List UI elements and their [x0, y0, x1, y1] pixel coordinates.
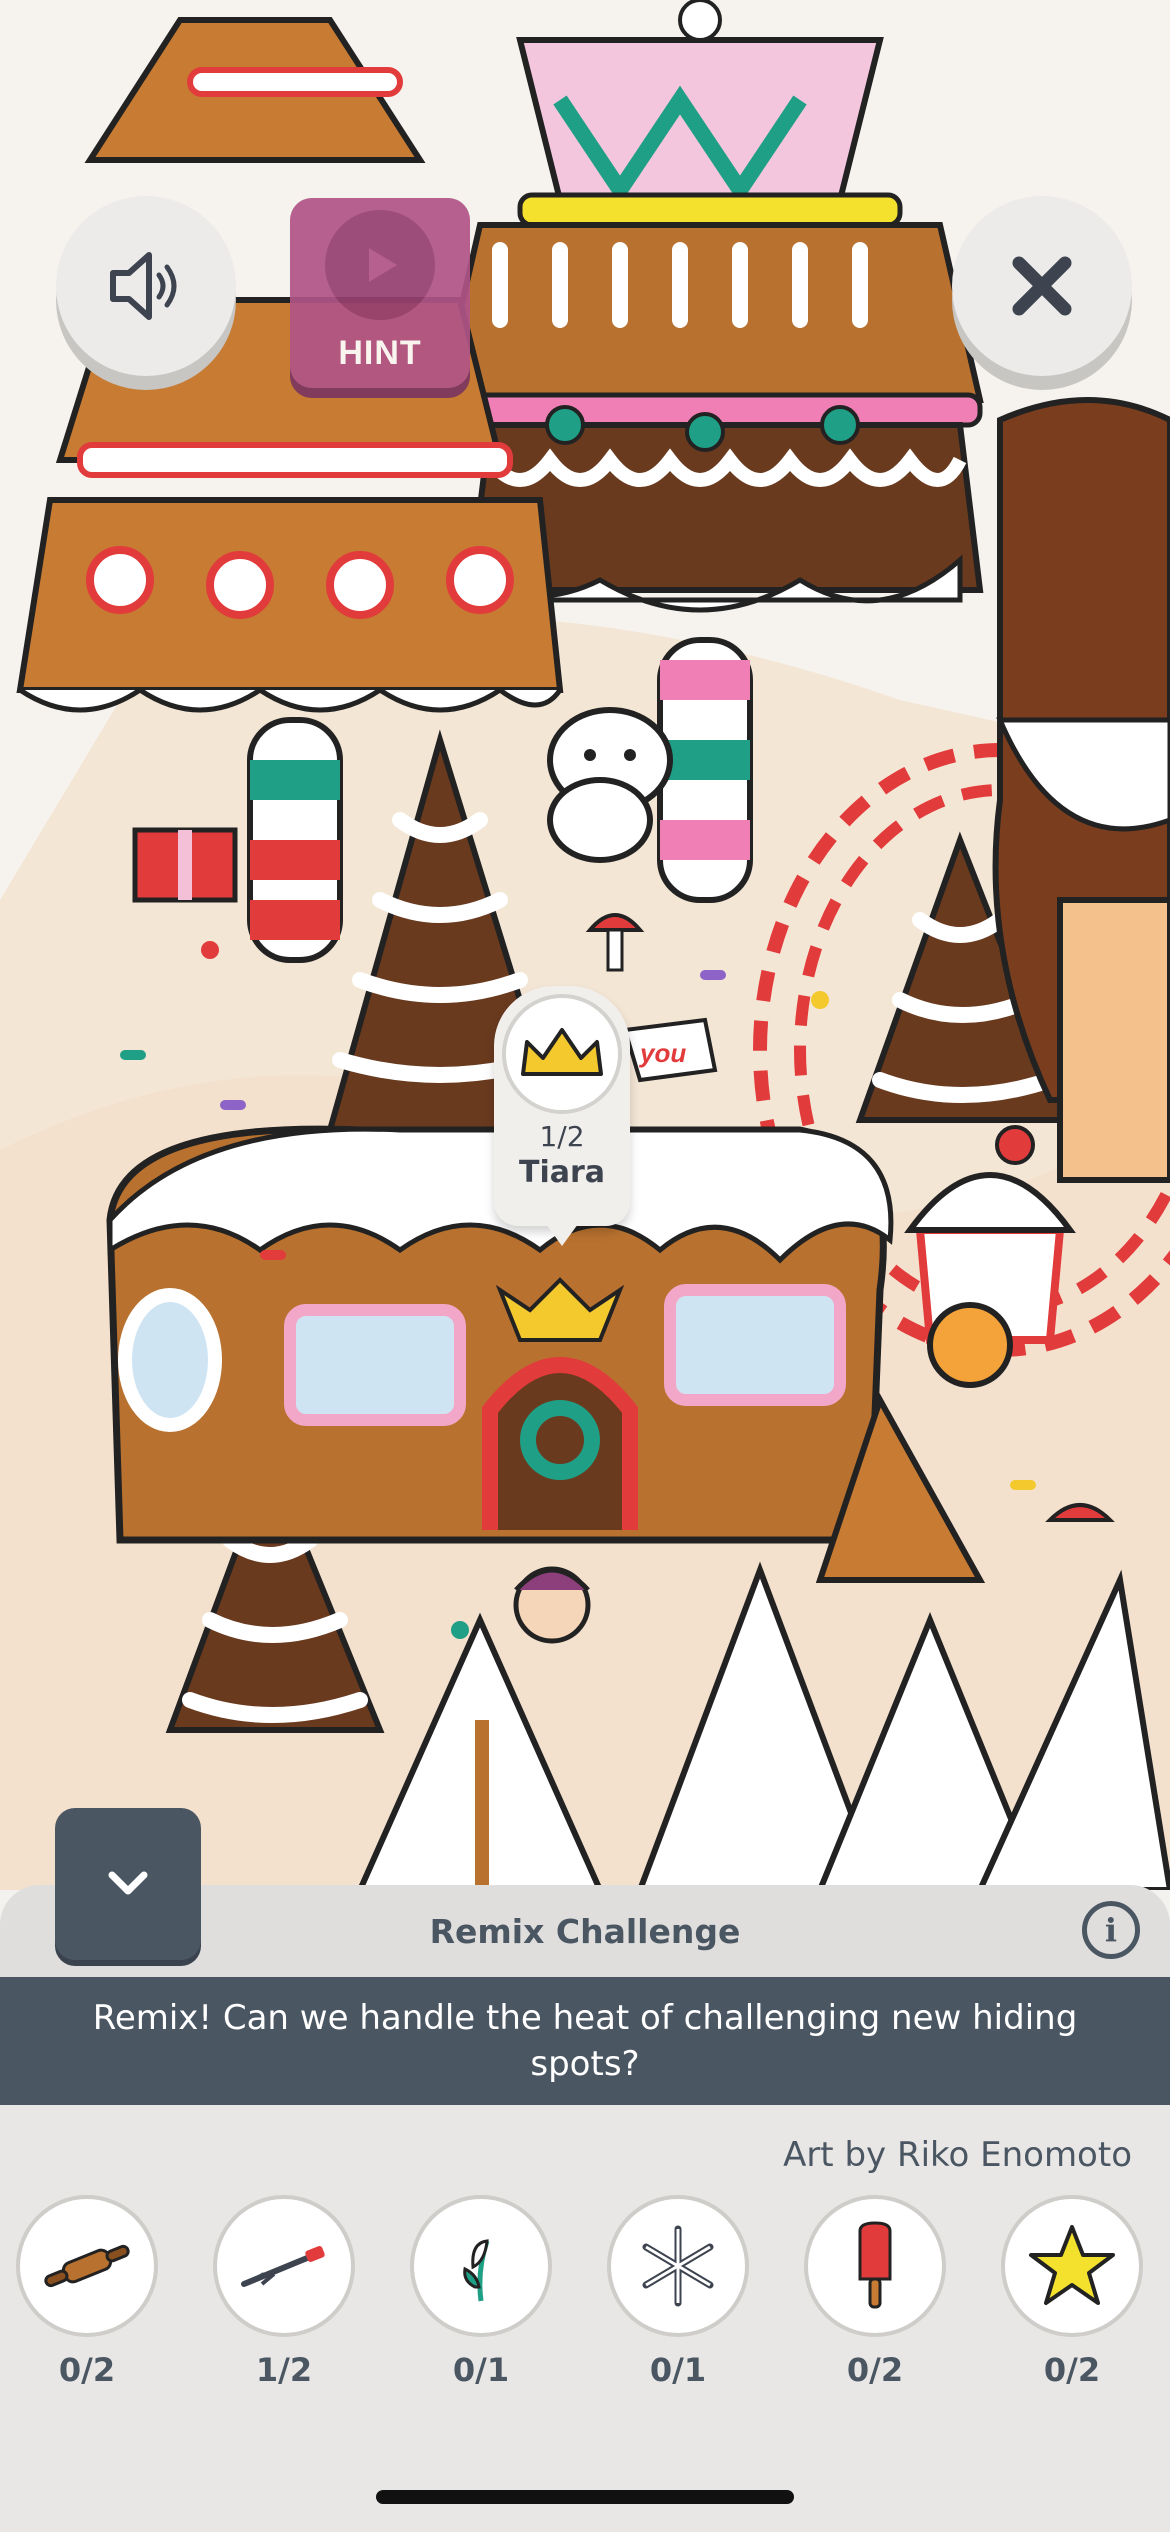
star-icon	[1001, 2195, 1143, 2337]
found-item-name: Tiara	[518, 1155, 606, 1190]
home-indicator	[376, 2490, 794, 2504]
item-count: 0/2	[58, 2351, 116, 2389]
challenge-banner: Remix! Can we handle the heat of challen…	[0, 1977, 1170, 2105]
item-count: 1/2	[255, 2351, 313, 2389]
tiara-icon	[213, 2195, 355, 2337]
hint-button[interactable]: HINT	[290, 198, 470, 388]
find-item-tiara[interactable]: 1/2	[211, 2195, 357, 2389]
speaker-icon	[110, 252, 177, 320]
item-count: 0/2	[846, 2351, 904, 2389]
found-item-callout: 1/2 Tiara	[494, 986, 630, 1246]
hidden-character	[513, 1566, 591, 1644]
rolling-pin-icon	[16, 2195, 158, 2337]
popsicle-icon	[804, 2195, 946, 2337]
found-count: 1/2	[539, 1120, 585, 1153]
challenge-panel: Remix Challenge i Remix! Can we handle t…	[0, 1885, 1170, 2532]
item-count: 0/1	[452, 2351, 510, 2389]
you-flag-label: you	[638, 1038, 686, 1068]
find-item-snowflake[interactable]: 0/1	[605, 2195, 751, 2389]
find-item-snowdrop[interactable]: 0/1	[408, 2195, 554, 2389]
candy-pillar	[657, 637, 753, 903]
chevron-down-icon	[108, 1871, 148, 1895]
you-flag: you	[622, 1017, 718, 1083]
item-count: 0/2	[1043, 2351, 1101, 2389]
gift-box	[132, 827, 238, 903]
play-icon	[325, 210, 435, 320]
panel-title: Remix Challenge	[429, 1911, 741, 1951]
find-item-star[interactable]: 0/2	[999, 2195, 1145, 2389]
banner-text: Remix! Can we handle the heat of challen…	[92, 1998, 1078, 2084]
art-credit: Art by Riko Enomoto	[783, 2135, 1132, 2175]
game-scene[interactable]: you HINT 1/2 Tiara	[0, 0, 1170, 1890]
snowflake-icon	[607, 2195, 749, 2337]
tiara-icon	[502, 994, 622, 1114]
snowdrop-flower-icon	[410, 2195, 552, 2337]
item-count: 0/1	[649, 2351, 707, 2389]
close-button[interactable]	[952, 196, 1132, 376]
close-icon	[1012, 256, 1072, 316]
find-item-popsicle[interactable]: 0/2	[802, 2195, 948, 2389]
hint-label: HINT	[338, 334, 422, 372]
info-icon[interactable]: i	[1082, 1901, 1140, 1959]
sound-button[interactable]	[56, 196, 236, 376]
find-item-rolling-pin[interactable]: 0/2	[14, 2195, 160, 2389]
collapse-panel-button[interactable]	[55, 1808, 201, 1960]
